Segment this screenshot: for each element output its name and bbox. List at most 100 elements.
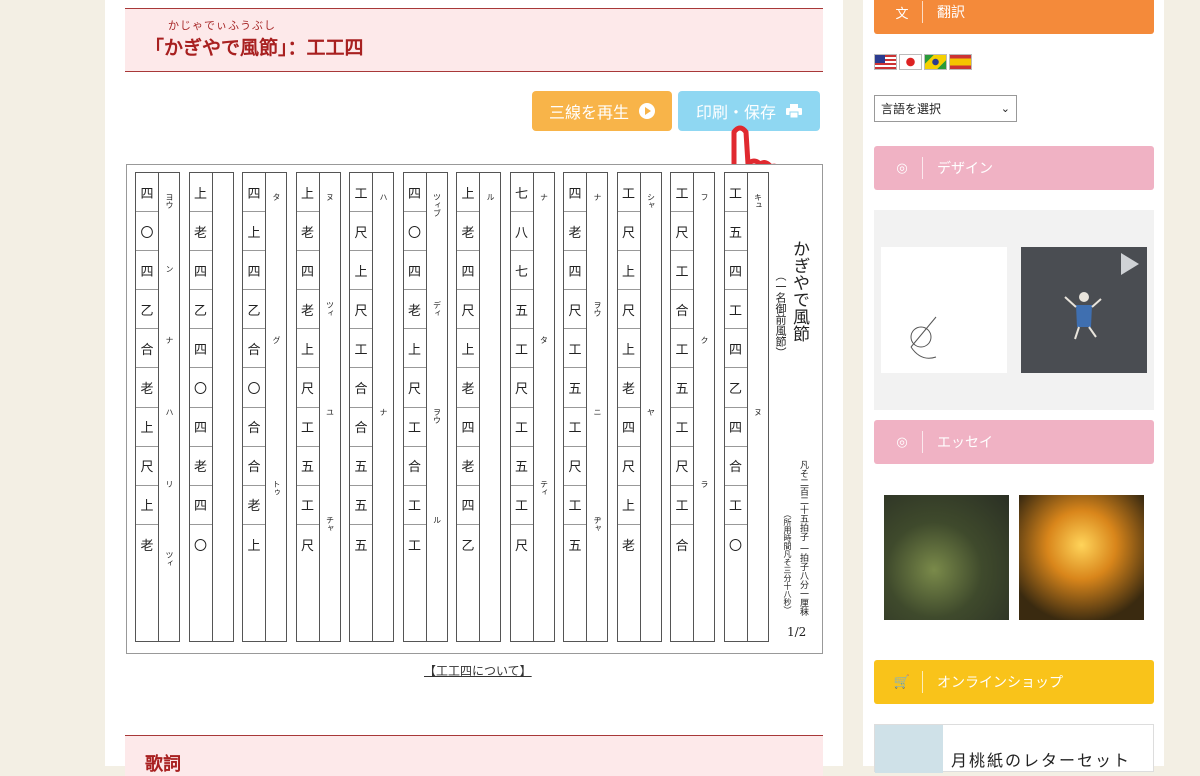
score-note-cells: 四老四尺工五工尺工五 (563, 172, 587, 642)
score-note: 四 (617, 408, 640, 447)
printer-icon (786, 104, 802, 118)
score-note: 四 (403, 173, 426, 213)
score-lyric-lane: キュヌ (747, 172, 769, 642)
score-lyric-kana: ヤ (646, 408, 656, 416)
score-note: 五 (724, 212, 747, 252)
score-note: 五 (510, 447, 533, 486)
score-note: 尺 (617, 447, 640, 486)
score-note: 上 (243, 212, 265, 252)
sanshin-player-illustration (910, 316, 937, 359)
score-lyric-kana: ツィブ (432, 193, 442, 217)
score-note: 乙 (243, 290, 265, 330)
language-select[interactable]: 言語を選択 ⌄ (874, 95, 1017, 122)
score-lyric-kana: タ (272, 193, 281, 201)
japan-flag-icon[interactable] (899, 54, 922, 70)
language-select-value: 言語を選択 (881, 102, 942, 116)
score-lyric-kana: ヂャ (593, 515, 602, 532)
score-note: 五 (568, 538, 582, 554)
score-note: 上 (296, 173, 319, 213)
score-note: 老 (457, 368, 479, 408)
translate-icon: 文 (895, 6, 909, 22)
page-title-banner: かじゃでぃふうぶし 「かぎやで風節」：工工四 (125, 8, 823, 72)
instagram-icon: ◎ (896, 160, 908, 176)
essay-thumb-moss[interactable] (884, 495, 1009, 620)
score-note: 四 (457, 251, 479, 291)
score-note: 四 (243, 251, 265, 291)
score-note: 老 (189, 212, 212, 252)
score-note-cells: 工尺上尺上老四尺上老 (616, 172, 641, 642)
score-note: 合 (243, 329, 265, 369)
score-note-cells: 上老四老上尺工五工尺 (295, 172, 320, 642)
play-icon (639, 103, 655, 119)
score-note: 合 (136, 329, 158, 369)
score-lyric-lane: ヨウンナハリツィ (159, 172, 180, 642)
dancer-illustration (1064, 253, 1139, 340)
score-lyric-lane (212, 172, 234, 642)
score-note: 尺 (403, 368, 426, 408)
score-note: 尺 (671, 212, 693, 252)
spain-flag-icon[interactable] (949, 54, 972, 70)
score-note: 工 (350, 173, 372, 213)
score-note: 尺 (296, 368, 319, 408)
score-note: 五 (296, 447, 319, 486)
score-note: 工 (724, 173, 747, 213)
score-note: 合 (243, 408, 265, 447)
score-lyric-kana: ディ (432, 300, 442, 317)
score-note: 工 (671, 251, 693, 291)
kunkunshi-score: かぎやで風節 （一名御前風節） 凡そ二百二十五拍子 一拍子八分一厘秣 （所用時間… (126, 164, 823, 654)
score-note: 工 (564, 329, 586, 369)
title-ruby: かじゃでぃふうぶし (168, 19, 276, 32)
score-note: 老 (617, 368, 640, 408)
score-note: 老 (140, 538, 154, 554)
score-note: 工 (510, 329, 533, 369)
score-note: 上 (136, 486, 158, 525)
score-lyric-kana: グ (272, 336, 281, 345)
score-note: 五 (510, 290, 533, 330)
score-note: 工 (671, 329, 693, 369)
page-title: 「かぎやで風節」：工工四 (145, 37, 364, 59)
us-flag-icon[interactable] (874, 54, 897, 70)
score-note: 四 (189, 329, 212, 369)
play-sanshin-button[interactable]: 三線を再生 (532, 91, 672, 131)
brazil-flag-icon[interactable] (924, 54, 947, 70)
score-note-cells: 工尺上尺工合合五五五 (349, 172, 373, 642)
score-note: 四 (724, 251, 747, 291)
design-thumb-dancer[interactable] (1021, 247, 1147, 373)
score-note: 〇 (403, 212, 426, 252)
score-note: 工 (407, 538, 421, 554)
score-lyric-kana: ティ (539, 479, 549, 496)
score-note: 五 (354, 538, 368, 554)
score-note: 上 (617, 251, 640, 291)
score-note: 尺 (350, 290, 372, 330)
score-note: 工 (671, 408, 693, 447)
essay-thumb-sunset[interactable] (1019, 495, 1144, 620)
language-flags (874, 54, 972, 70)
score-note: 七 (510, 251, 533, 291)
score-note: 尺 (300, 538, 314, 554)
score-note: 尺 (136, 447, 158, 486)
score-lyric-kana: ナ (165, 336, 174, 345)
score-lyric-kana: トゥ (272, 479, 281, 496)
score-page-number: 1/2 (787, 625, 807, 639)
score-lyric-lane: ヌツィユチャ (319, 172, 341, 642)
score-note: 老 (243, 486, 265, 525)
score-note: 尺 (510, 368, 533, 408)
score-lyric-lane: ナタティ (533, 172, 555, 642)
score-note: 四 (564, 251, 586, 291)
shop-label: オンラインショップ (937, 675, 1063, 691)
score-note: 〇 (243, 368, 265, 408)
score-note: 尺 (457, 290, 479, 330)
score-note: 老 (564, 212, 586, 252)
score-note: 工 (671, 486, 693, 525)
instagram-icon: ◎ (896, 434, 908, 450)
score-lyric-kana: チャ (325, 515, 335, 532)
score-note: 乙 (136, 290, 158, 330)
score-note: 四 (296, 251, 319, 291)
design-thumb-sanshin[interactable] (881, 247, 1007, 373)
about-kunkunshi-link[interactable]: 【工工四について】 (424, 662, 532, 679)
score-note: 合 (350, 408, 372, 447)
score-note: 尺 (671, 447, 693, 486)
chevron-down-icon: ⌄ (1000, 102, 1010, 115)
shop-item-card[interactable]: 月桃紙のレターセット (874, 724, 1154, 773)
score-lyric-lane: フクラ (694, 172, 715, 642)
